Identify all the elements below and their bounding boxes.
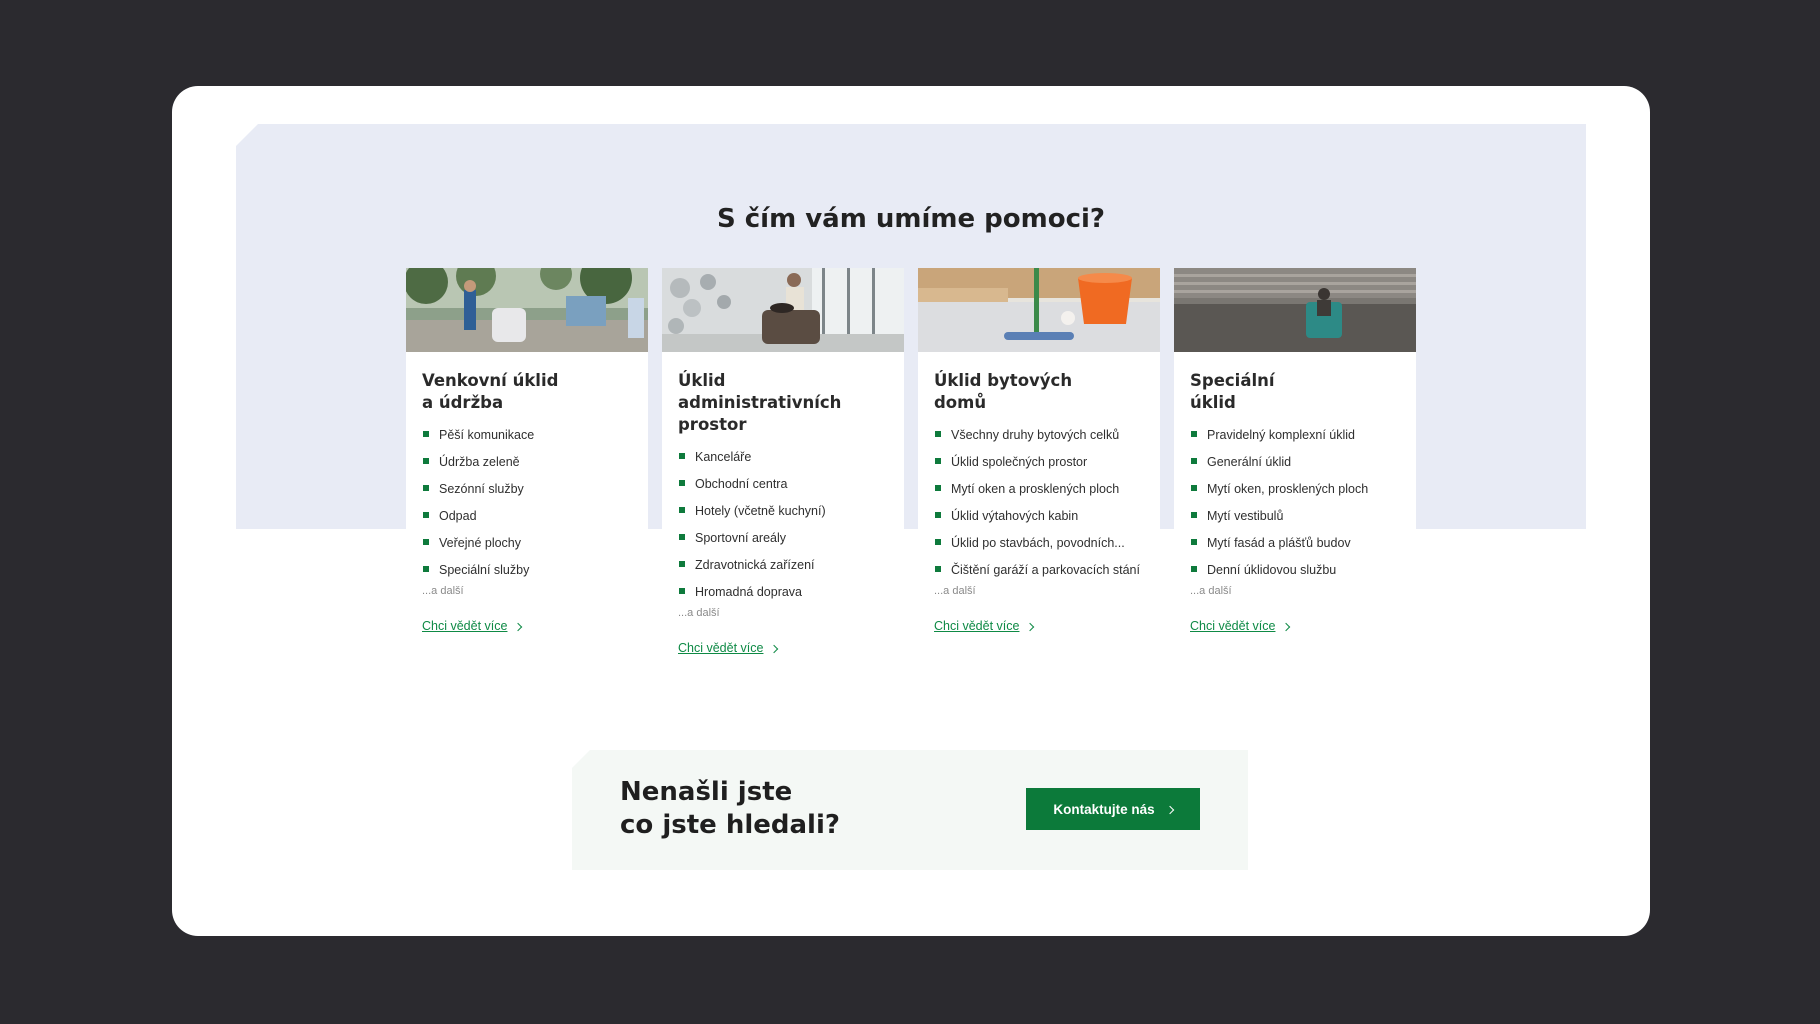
- card-title: Úklid bytových domů: [934, 371, 1073, 412]
- bullet-icon: [423, 485, 429, 491]
- bullet-icon: [679, 561, 685, 567]
- list-item: Úklid po stavbách, povodních...: [934, 536, 1144, 563]
- bullet-icon: [1191, 458, 1197, 464]
- list-item: Mytí oken a prosklených ploch: [934, 482, 1144, 509]
- special-cleaning-image: [1174, 268, 1416, 352]
- bullet-icon: [935, 458, 941, 464]
- list-item: Všechny druhy bytových celků: [934, 428, 1144, 455]
- learn-more-link[interactable]: Chci vědět více: [678, 641, 779, 655]
- list-item: Zdravotnická zařízení: [678, 558, 888, 585]
- service-list: Kanceláře Obchodní centra Hotely (včetně…: [678, 450, 888, 612]
- service-card-outdoor: Venkovní úklid a údržba Pěší komunikace …: [406, 268, 648, 661]
- list-item: Mytí fasád a plášťů budov: [1190, 536, 1400, 563]
- chevron-right-icon: [1282, 622, 1291, 631]
- chevron-right-icon: [514, 622, 523, 631]
- bullet-icon: [679, 588, 685, 594]
- bullet-icon: [1191, 485, 1197, 491]
- bullet-icon: [679, 534, 685, 540]
- bullet-icon: [679, 480, 685, 486]
- bullet-icon: [423, 431, 429, 437]
- list-item: Veřejné plochy: [422, 536, 632, 563]
- list-item: Denní úklidovou službu: [1190, 563, 1400, 590]
- list-item: Údržba zeleně: [422, 455, 632, 482]
- page-frame: S čím vám umíme pomoci? Venkovní úklid a…: [172, 86, 1650, 936]
- list-item: Speciální služby: [422, 563, 632, 590]
- service-list: Pěší komunikace Údržba zeleně Sezónní sl…: [422, 428, 632, 590]
- list-item: Čištění garáží a parkovacích stání: [934, 563, 1144, 590]
- residential-cleaning-image: [918, 268, 1160, 352]
- bullet-icon: [935, 485, 941, 491]
- chevron-right-icon: [770, 644, 779, 653]
- bullet-icon: [1191, 539, 1197, 545]
- bullet-icon: [423, 512, 429, 518]
- office-cleaning-image: [662, 268, 904, 352]
- list-item: Obchodní centra: [678, 477, 888, 504]
- list-item: Odpad: [422, 509, 632, 536]
- service-cards: Venkovní úklid a údržba Pěší komunikace …: [406, 268, 1416, 661]
- list-item: Úklid výtahových kabin: [934, 509, 1144, 536]
- bullet-icon: [935, 512, 941, 518]
- contact-us-button[interactable]: Kontaktujte nás: [1026, 788, 1200, 830]
- bullet-icon: [423, 539, 429, 545]
- service-card-special: Speciální úklid Pravidelný komplexní úkl…: [1174, 268, 1416, 661]
- bullet-icon: [423, 566, 429, 572]
- outdoor-cleaning-image: [406, 268, 648, 352]
- list-item: Hotely (včetně kuchyní): [678, 504, 888, 531]
- list-item: Hromadná doprava: [678, 585, 888, 612]
- service-card-office: Úklid administrativních prostor Kancelář…: [662, 268, 904, 661]
- contact-cta-box: Nenašli jste co jste hledali? Kontaktujt…: [572, 750, 1248, 870]
- list-item: Pravidelný komplexní úklid: [1190, 428, 1400, 455]
- section-title: S čím vám umíme pomoci?: [716, 204, 1105, 234]
- card-title: Speciální úklid: [1190, 371, 1275, 412]
- service-card-residential: Úklid bytových domů Všechny druhy bytový…: [918, 268, 1160, 661]
- learn-more-link[interactable]: Chci vědět více: [1190, 619, 1291, 633]
- service-list: Všechny druhy bytových celků Úklid spole…: [934, 428, 1144, 590]
- list-item: Pěší komunikace: [422, 428, 632, 455]
- list-item: Sportovní areály: [678, 531, 888, 558]
- card-title: Venkovní úklid a údržba: [422, 371, 559, 412]
- list-item: Kanceláře: [678, 450, 888, 477]
- bullet-icon: [679, 507, 685, 513]
- cta-heading: Nenašli jste co jste hledali?: [620, 777, 840, 840]
- list-item: Generální úklid: [1190, 455, 1400, 482]
- card-title: Úklid administrativních prostor: [678, 371, 842, 434]
- list-item: Úklid společných prostor: [934, 455, 1144, 482]
- bullet-icon: [935, 431, 941, 437]
- bullet-icon: [679, 453, 685, 459]
- bullet-icon: [935, 539, 941, 545]
- chevron-right-icon: [1165, 805, 1174, 814]
- chevron-right-icon: [1026, 622, 1035, 631]
- learn-more-link[interactable]: Chci vědět více: [422, 619, 523, 633]
- bullet-icon: [1191, 431, 1197, 437]
- service-list: Pravidelný komplexní úklid Generální úkl…: [1190, 428, 1400, 590]
- bullet-icon: [423, 458, 429, 464]
- bullet-icon: [935, 566, 941, 572]
- list-item: Sezónní služby: [422, 482, 632, 509]
- list-item: Mytí vestibulů: [1190, 509, 1400, 536]
- bullet-icon: [1191, 512, 1197, 518]
- learn-more-link[interactable]: Chci vědět více: [934, 619, 1035, 633]
- list-item: Mytí oken, prosklených ploch: [1190, 482, 1400, 509]
- bullet-icon: [1191, 566, 1197, 572]
